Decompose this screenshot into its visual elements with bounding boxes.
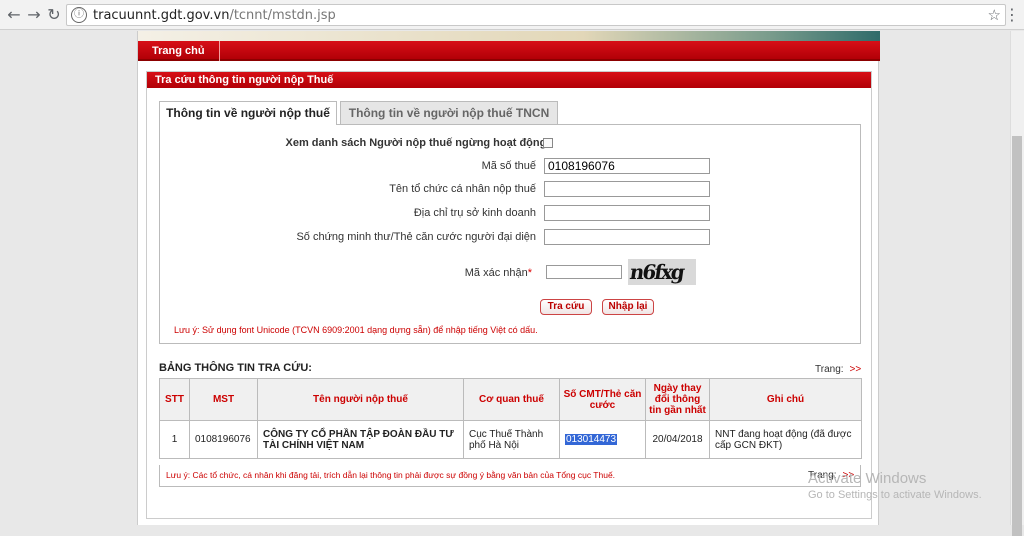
windows-activation-watermark: Activate Windows Go to Settings to activ… bbox=[808, 470, 982, 501]
page-label: Trang: bbox=[815, 364, 844, 375]
results-title: BẢNG THÔNG TIN TRA CỨU: bbox=[159, 362, 312, 374]
table-header-row: STT MST Tên người nộp thuế Cơ quan thuế … bbox=[159, 378, 862, 421]
address-label: Địa chỉ trụ sở kinh doanh bbox=[413, 207, 536, 219]
col-agency: Cơ quan thuế bbox=[463, 378, 560, 421]
search-form: Xem danh sách Người nộp thuế ngừng hoạt … bbox=[159, 124, 861, 344]
cell-name[interactable]: CÔNG TY CỔ PHẦN TẬP ĐOÀN ĐẦU TƯ TÀI CHÍN… bbox=[257, 420, 464, 459]
col-note: Ghi chú bbox=[709, 378, 862, 421]
captcha-text: n6fxg bbox=[628, 260, 685, 284]
captcha-label-text: Mã xác nhận bbox=[464, 267, 528, 279]
col-stt: STT bbox=[159, 378, 190, 421]
reset-button[interactable]: Nhập lại bbox=[602, 299, 654, 315]
copyright-note: Lưu ý: Các tổ chức, cá nhân khi đăng tải… bbox=[166, 470, 616, 480]
scrollbar[interactable] bbox=[1010, 31, 1024, 536]
forward-icon[interactable]: → bbox=[24, 5, 44, 25]
cell-date: 20/04/2018 bbox=[645, 420, 710, 459]
reload-icon[interactable]: ↻ bbox=[44, 5, 64, 25]
nav-item-home[interactable]: Trang chủ bbox=[138, 41, 220, 61]
inactive-list-checkbox[interactable] bbox=[543, 138, 553, 148]
name-row: Tên tổ chức cá nhân nộp thuế bbox=[160, 181, 860, 199]
panel-title: Tra cứu thông tin người nộp Thuế bbox=[147, 72, 871, 88]
results-footer: Lưu ý: Các tổ chức, cá nhân khi đăng tải… bbox=[159, 465, 861, 487]
mst-input[interactable] bbox=[544, 158, 710, 174]
address-row: Địa chỉ trụ sở kinh doanh bbox=[160, 205, 860, 223]
browser-toolbar: ← → ↻ ⓘ tracuunnt.gdt.gov.vn/tcnnt/mstdn… bbox=[0, 0, 1024, 30]
buttons-row: Tra cứu Nhập lại bbox=[160, 299, 860, 317]
col-id-number: Số CMT/Thẻ căn cước bbox=[559, 378, 646, 421]
mst-row: Mã số thuế bbox=[160, 158, 860, 176]
selected-id-text: 013014473 bbox=[565, 434, 618, 445]
id-input[interactable] bbox=[544, 229, 710, 245]
inactive-list-row: Xem danh sách Người nộp thuế ngừng hoạt … bbox=[160, 135, 860, 153]
bookmark-star-icon[interactable]: ☆ bbox=[988, 6, 1001, 24]
watermark-line1: Activate Windows bbox=[808, 470, 927, 487]
address-bar[interactable]: ⓘ tracuunnt.gdt.gov.vn/tcnnt/mstdn.jsp ☆ bbox=[66, 4, 1006, 26]
next-page-link[interactable]: >> bbox=[850, 364, 862, 375]
scrollbar-thumb[interactable] bbox=[1012, 136, 1022, 536]
tab-taxpayer-info[interactable]: Thông tin về người nộp thuế bbox=[159, 101, 337, 125]
watermark-line2: Go to Settings to activate Windows. bbox=[808, 489, 982, 501]
header-banner bbox=[138, 31, 880, 41]
name-input[interactable] bbox=[544, 181, 710, 197]
address-input[interactable] bbox=[544, 205, 710, 221]
unicode-note: Lưu ý: Sử dụng font Unicode (TCVN 6909:2… bbox=[174, 325, 538, 335]
cell-stt: 1 bbox=[159, 420, 190, 459]
top-navigation: Trang chủ bbox=[138, 41, 880, 61]
cell-agency: Cục Thuế Thành phố Hà Nội bbox=[463, 420, 560, 459]
table-row: 1 0108196076 CÔNG TY CỔ PHẦN TẬP ĐOÀN ĐẦ… bbox=[159, 420, 862, 459]
url-domain: tracuunnt.gdt.gov.vn bbox=[93, 8, 230, 23]
captcha-row: Mã xác nhận* n6fxg bbox=[160, 259, 860, 285]
tab-personal-income-tax[interactable]: Thông tin về người nộp thuế TNCN bbox=[340, 101, 558, 125]
url-text[interactable]: tracuunnt.gdt.gov.vn/tcnnt/mstdn.jsp bbox=[93, 8, 336, 23]
lookup-panel: Tra cứu thông tin người nộp Thuế Thông t… bbox=[146, 71, 872, 519]
col-last-changed: Ngày thay đổi thông tin gần nhất bbox=[645, 378, 710, 421]
back-icon[interactable]: ← bbox=[4, 5, 24, 25]
menu-icon[interactable]: ⋮ bbox=[1004, 5, 1020, 24]
search-button[interactable]: Tra cứu bbox=[540, 299, 592, 315]
id-label: Số chứng minh thư/Thẻ căn cước người đại… bbox=[296, 231, 536, 243]
results-paging: Trang: >> bbox=[815, 364, 861, 375]
mst-label: Mã số thuế bbox=[481, 160, 536, 172]
captcha-input[interactable] bbox=[546, 265, 622, 279]
cell-id-number: 013014473 bbox=[559, 420, 646, 459]
col-name: Tên người nộp thuế bbox=[257, 378, 464, 421]
captcha-label: Mã xác nhận* bbox=[465, 267, 532, 279]
required-marker: * bbox=[527, 267, 532, 279]
id-row: Số chứng minh thư/Thẻ căn cước người đại… bbox=[160, 229, 860, 247]
cell-mst: 0108196076 bbox=[189, 420, 258, 459]
col-mst: MST bbox=[189, 378, 258, 421]
results-table: STT MST Tên người nộp thuế Cơ quan thuế … bbox=[159, 378, 862, 459]
inactive-list-label: Xem danh sách Người nộp thuế ngừng hoạt … bbox=[285, 137, 550, 149]
url-path: /tcnnt/mstdn.jsp bbox=[229, 8, 336, 23]
captcha-image: n6fxg bbox=[628, 259, 696, 285]
cell-note: NNT đang hoạt động (đã được cấp GCN ĐKT) bbox=[709, 420, 862, 459]
page-container: Trang chủ Tra cứu thông tin người nộp Th… bbox=[137, 31, 880, 525]
info-icon[interactable]: ⓘ bbox=[71, 7, 87, 23]
name-label: Tên tổ chức cá nhân nộp thuế bbox=[389, 183, 536, 195]
